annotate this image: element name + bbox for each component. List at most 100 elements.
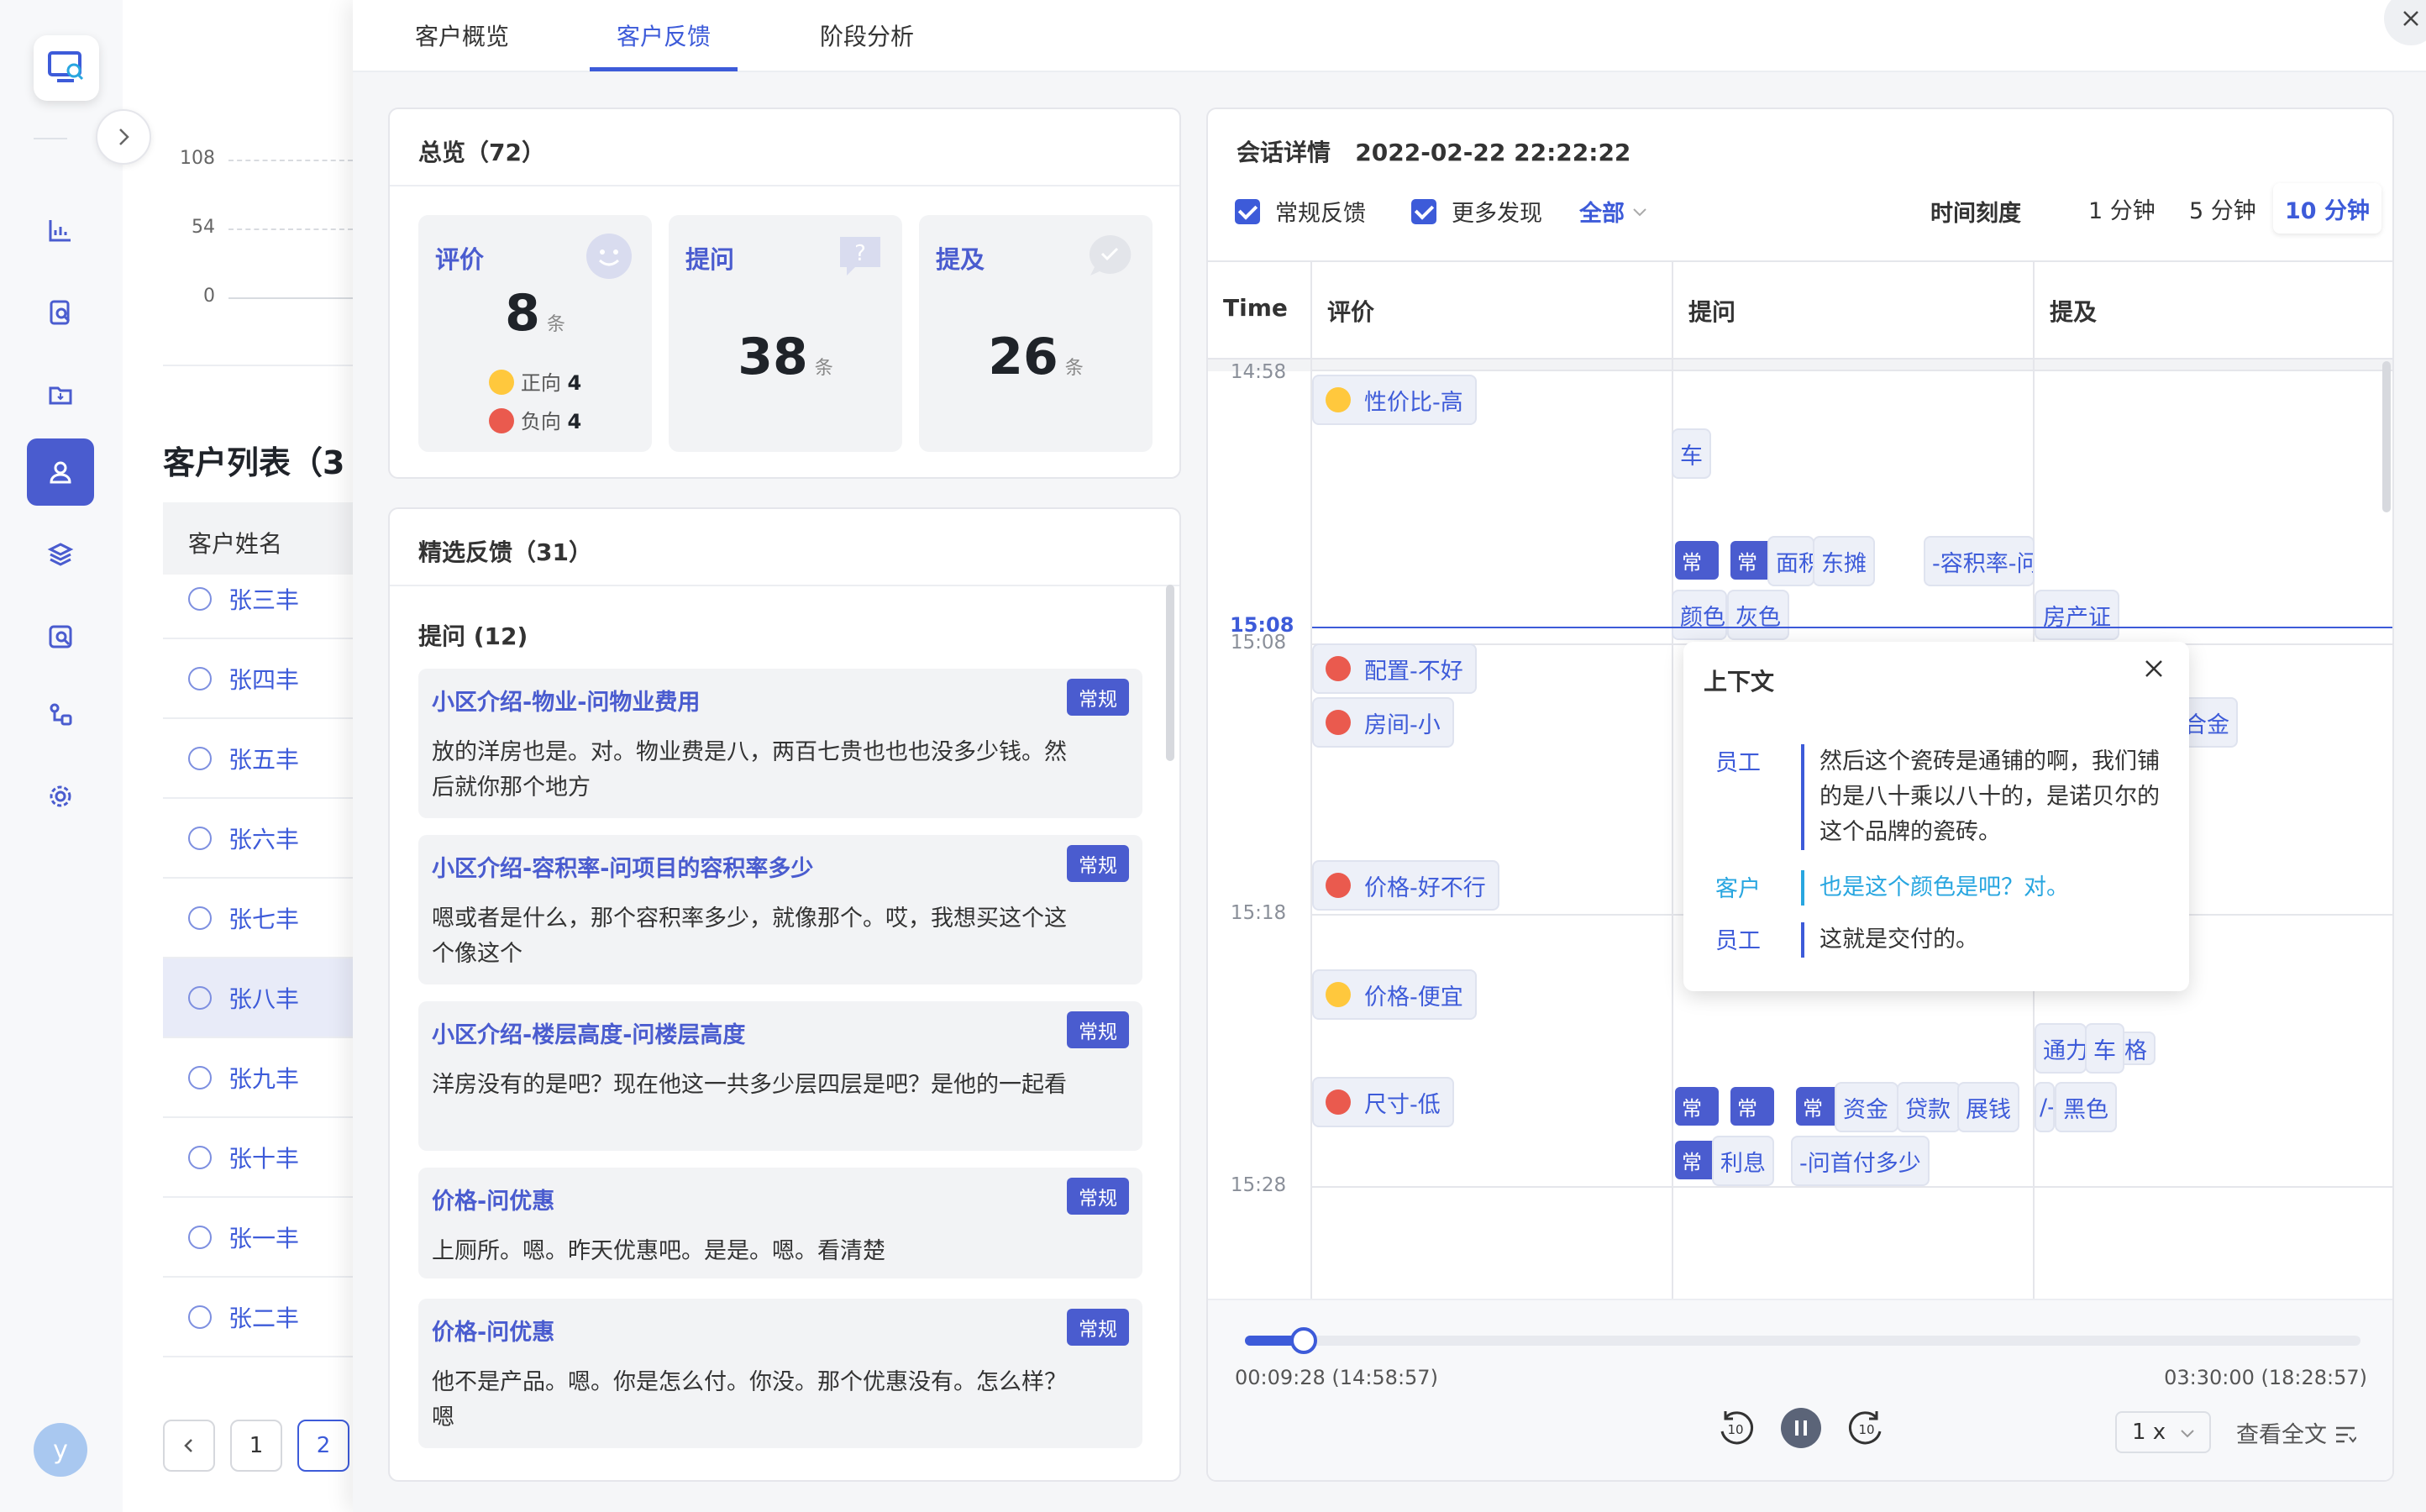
customer-row[interactable]: 张八丰 (163, 958, 353, 1038)
tab-feedback[interactable]: 客户反馈 (617, 18, 711, 52)
stat-label: 提及 (936, 245, 985, 274)
customer-row[interactable]: 张五丰 (163, 719, 353, 799)
question-chip[interactable]: -容积率-问 (1924, 536, 2035, 586)
prev-page-button[interactable] (163, 1420, 215, 1472)
question-chip[interactable]: -问首付多少 (1791, 1136, 1930, 1186)
customer-row[interactable]: 张一丰 (163, 1198, 353, 1278)
mention-chip[interactable]: 房产证 (2035, 590, 2119, 640)
question-chip[interactable]: 车 (1672, 428, 1711, 479)
question-chip[interactable]: 展钱 (1957, 1082, 2019, 1132)
feedback-item[interactable]: 价格-问优惠 常规 上厕所。嗯。昨天优惠吧。是是。嗯。看清楚 (418, 1168, 1142, 1278)
stat-mention[interactable]: 提及 26 条 (919, 215, 1153, 452)
question-chip[interactable]: 利息 (1712, 1136, 1774, 1186)
eval-chip[interactable]: 尺寸-低 (1312, 1077, 1454, 1127)
eval-chip[interactable]: 性价比-高 (1312, 375, 1477, 425)
stat-evaluation[interactable]: 评价 8条 正向 4 负向 4 (418, 215, 652, 452)
scrollbar[interactable] (1166, 585, 1174, 761)
scale-1min[interactable]: 1 分钟 (2077, 183, 2167, 234)
pause-button[interactable] (1781, 1408, 1821, 1448)
customer-row[interactable]: 张二丰 (163, 1278, 353, 1357)
view-full-text-button[interactable]: 查看全文 (2236, 1416, 2356, 1449)
eval-chip[interactable]: 价格-便宜 (1312, 969, 1477, 1020)
chevron-right-icon (119, 129, 129, 145)
feedback-item[interactable]: 价格-问优惠 常规 他不是产品。嗯。你是怎么付。你没。那个优惠没有。怎么样？嗯 (418, 1299, 1142, 1448)
regular-tag[interactable]: 常 (1675, 1087, 1719, 1126)
eval-chip[interactable]: 价格-好不行 (1312, 860, 1499, 911)
progress-track[interactable] (1245, 1336, 2360, 1346)
customer-row[interactable]: 张十丰 (163, 1118, 353, 1198)
progress-knob[interactable] (1290, 1327, 1317, 1354)
customer-name: 张六丰 (228, 825, 300, 853)
close-icon (2403, 11, 2418, 26)
question-chip[interactable]: 颜色 (1672, 590, 1727, 640)
question-chip[interactable]: 灰色 (1727, 590, 1789, 640)
regular-tag[interactable]: 常 (1796, 1087, 1840, 1126)
tab-overview[interactable]: 客户概览 (415, 18, 509, 52)
filter-all-dropdown[interactable]: 全部 (1579, 195, 1647, 228)
nav-layers[interactable] (27, 521, 94, 588)
customer-row[interactable]: 张七丰 (163, 879, 353, 958)
filter-more[interactable]: 更多发现 (1411, 195, 1542, 228)
nav-settings[interactable] (27, 763, 94, 830)
chevron-down-icon (2180, 1420, 2195, 1445)
nav-search-docs[interactable] (27, 279, 94, 346)
question-chip[interactable]: 贷款 (1897, 1082, 1961, 1132)
filter-regular[interactable]: 常规反馈 (1235, 195, 1366, 228)
feedback-title: 价格-问优惠 (432, 1189, 555, 1215)
page-2[interactable]: 2 (297, 1420, 349, 1472)
app-logo[interactable] (34, 35, 99, 101)
eval-chip[interactable]: 房间-小 (1312, 697, 1454, 748)
regular-tag: 常规 (1067, 845, 1129, 882)
feedback-title: 小区介绍-物业-问物业费用 (432, 690, 701, 716)
customer-row[interactable]: 张九丰 (163, 1038, 353, 1118)
image-search-icon (49, 625, 72, 648)
close-popup-button[interactable] (2144, 659, 2164, 679)
page-1[interactable]: 1 (230, 1420, 282, 1472)
question-bubble-icon: ? (837, 232, 884, 279)
feedback-item[interactable]: 小区介绍-容积率-问项目的容积率多少 常规 嗯或者是什么，那个容积率多少，就像那个。… (418, 835, 1142, 984)
feedback-item[interactable]: 小区介绍-楼层高度-问楼层高度 常规 洋房没有的是吧？现在他这一共多少层四层是吧？是… (418, 1001, 1142, 1151)
nav-image-search[interactable] (27, 603, 94, 670)
mention-chip[interactable]: /- (2035, 1082, 2055, 1132)
speed-select[interactable]: 1 x (2115, 1411, 2211, 1453)
mention-chip[interactable]: 黑色 (2055, 1082, 2117, 1132)
customer-row[interactable]: 张四丰 (163, 639, 353, 719)
question-chip[interactable]: 面积 (1767, 536, 1814, 586)
user-icon (188, 666, 212, 690)
expand-sidebar-button[interactable] (96, 109, 151, 165)
eval-chip[interactable]: 配置-不好 (1312, 643, 1477, 694)
grid-line (228, 297, 353, 299)
stat-count: 38 (738, 328, 808, 386)
nav-relations[interactable] (27, 680, 94, 748)
forward-10-button[interactable]: 10 (1846, 1408, 1887, 1448)
mention-chip[interactable]: 通力 (2035, 1023, 2087, 1074)
scale-10min[interactable]: 10 分钟 (2273, 183, 2381, 234)
customer-row[interactable]: 张六丰 (163, 799, 353, 879)
nav-dashboard[interactable] (27, 197, 94, 264)
stat-label: 提问 (685, 245, 735, 274)
column-evaluation: 评价 (1327, 298, 1375, 326)
user-avatar[interactable]: y (34, 1423, 87, 1477)
mention-chip[interactable]: 车 (2085, 1023, 2124, 1074)
question-chip[interactable]: 资金 (1835, 1082, 1898, 1132)
rewind-10-button[interactable]: 10 (1715, 1408, 1756, 1448)
timeline-scrollbar[interactable] (2382, 361, 2391, 512)
tab-stage-analysis[interactable]: 阶段分析 (820, 18, 914, 52)
customer-name: 张七丰 (228, 905, 300, 933)
stat-question[interactable]: 提问 ? 38 条 (669, 215, 902, 452)
nav-folder[interactable] (27, 361, 94, 428)
dialog-turn: 客户 也是这个颜色是吧？对。 (1715, 870, 2172, 906)
regular-tag[interactable]: 常 (1730, 1087, 1774, 1126)
close-icon (2145, 660, 2162, 677)
customer-name: 张九丰 (228, 1064, 300, 1093)
question-chip[interactable]: 东摊 (1813, 536, 1875, 586)
customer-row[interactable]: 张三丰 (163, 559, 353, 639)
feedback-item[interactable]: 小区介绍-物业-问物业费用 常规 放的洋房也是。对。物业费是八，两百七贵也也也没多少… (418, 669, 1142, 818)
regular-tag[interactable]: 常 (1675, 541, 1719, 580)
angry-face-icon (1326, 710, 1351, 735)
scale-5min[interactable]: 5 分钟 (2177, 183, 2268, 234)
forward-10-icon: 10 (1849, 1411, 1882, 1445)
current-time: 00:09:28 (14:58:57) (1235, 1366, 1438, 1389)
settings-icon (50, 785, 71, 807)
nav-customers[interactable] (27, 438, 94, 506)
